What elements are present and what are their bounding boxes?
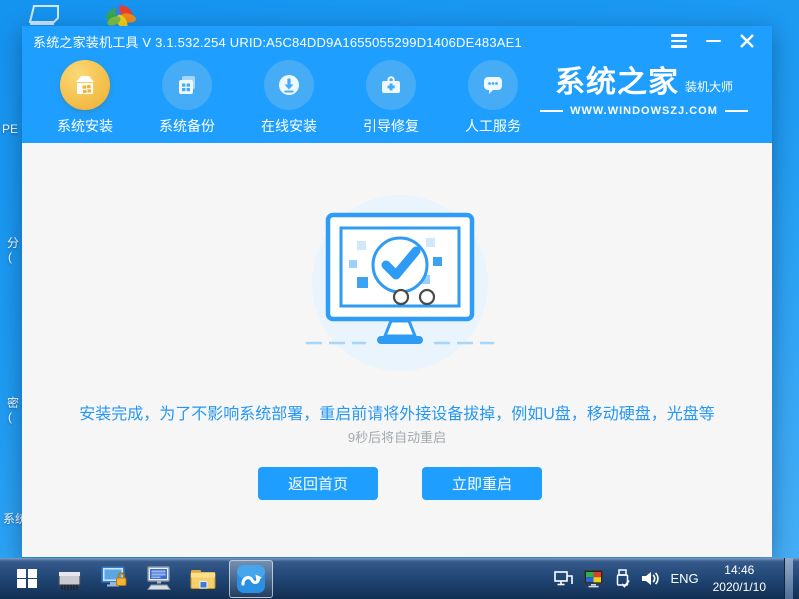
show-desktop-button[interactable] — [784, 558, 793, 599]
taskbar-item-locked-display-tool[interactable] — [93, 560, 137, 598]
taskbar: ENG 14:46 2020/1/10 — [0, 558, 799, 599]
taskbar-clock[interactable]: 14:46 2020/1/10 — [709, 562, 770, 594]
restart-now-button[interactable]: 立即重启 — [422, 467, 542, 500]
nav-label: 系统备份 — [159, 118, 215, 134]
windows-logo-icon — [17, 568, 37, 589]
content-area: 安装完成，为了不影响系统部署，重启前请将外接设备拔掉，例如U盘，移动硬盘，光盘等… — [22, 143, 772, 557]
backup-copy-icon — [162, 60, 212, 110]
nav-item-system-backup[interactable]: 系统备份 — [151, 60, 223, 136]
divider — [540, 110, 564, 112]
volume-icon[interactable] — [641, 570, 660, 587]
restart-countdown: 9秒后将自动重启 — [347, 430, 447, 445]
display-color-icon[interactable] — [584, 569, 604, 588]
completion-message: 安装完成，为了不影响系统部署，重启前请将外接设备拔掉，例如U盘，移动硬盘，光盘等 — [79, 406, 715, 423]
brand-logo: 系统之家 装机大师 WWW.WINDOWSZJ.COM — [540, 66, 748, 117]
nav-label: 系统安装 — [57, 118, 113, 134]
desktop-label-pe[interactable]: PE — [2, 122, 18, 136]
keyboard-monitor-icon — [147, 565, 171, 590]
close-icon[interactable] — [734, 31, 760, 51]
usb-eject-icon[interactable] — [614, 569, 631, 588]
desktop: PE 分 ( 密 ( 系统 系统之家装机工具 V 3.1.532.254 URI… — [0, 0, 799, 599]
install-box-icon — [60, 60, 110, 110]
taskbar-item-onscreen-keyboard[interactable] — [137, 560, 181, 598]
installer-app-icon — [237, 564, 265, 593]
start-button[interactable] — [5, 560, 49, 598]
memory-chip-icon — [58, 570, 81, 590]
title-bar[interactable]: 系统之家装机工具 V 3.1.532.254 URID:A5C84DD9A165… — [22, 26, 772, 56]
clock-time: 14:46 — [724, 563, 755, 578]
nav-item-boot-repair[interactable]: 引导修复 — [355, 60, 427, 136]
nav-bar: 系统安装 系统备份 在线安装 引导修复 人工服务 系统之家 装机大师 WWW.W… — [22, 56, 772, 143]
system-tray: ENG 14:46 2020/1/10 — [554, 558, 799, 599]
brand-subtitle: 装机大师 — [684, 80, 733, 94]
taskbar-item-memory-tool[interactable] — [49, 560, 93, 598]
menu-icon[interactable] — [666, 31, 692, 51]
installer-window: 系统之家装机工具 V 3.1.532.254 URID:A5C84DD9A165… — [22, 26, 772, 557]
brand-name: 系统之家 — [554, 66, 679, 99]
nav-item-support[interactable]: 人工服务 — [457, 60, 529, 136]
nav-item-system-install[interactable]: 系统安装 — [49, 60, 121, 136]
support-chat-icon — [468, 60, 518, 110]
desktop-label-fen-paren[interactable]: ( — [8, 250, 12, 264]
desktop-label-fen[interactable]: 分 — [7, 234, 19, 251]
desktop-label-mi[interactable]: 密 — [7, 394, 19, 411]
online-download-icon — [264, 60, 314, 110]
monitor-checkmark-icon — [306, 212, 494, 345]
boot-repair-toolbox-icon — [366, 60, 416, 110]
taskbar-item-installer-app-active[interactable] — [229, 559, 273, 598]
window-title: 系统之家装机工具 V 3.1.532.254 URID:A5C84DD9A165… — [33, 34, 522, 50]
return-home-button[interactable]: 返回首页 — [258, 467, 378, 500]
desktop-label-mi-paren[interactable]: ( — [8, 410, 12, 424]
nav-item-online-install[interactable]: 在线安装 — [253, 60, 325, 136]
folder-icon — [190, 569, 216, 589]
desktop-display-icon[interactable] — [28, 4, 60, 28]
nav-label: 在线安装 — [261, 118, 317, 134]
taskbar-item-file-explorer[interactable] — [181, 560, 225, 598]
network-icon[interactable] — [554, 570, 574, 587]
brand-website: WWW.WINDOWSZJ.COM — [570, 105, 718, 117]
nav-label: 人工服务 — [465, 118, 521, 134]
monitor-lock-icon — [101, 565, 127, 586]
minimize-icon[interactable] — [700, 31, 726, 51]
divider — [724, 110, 748, 112]
nav-label: 引导修复 — [363, 118, 419, 134]
clock-date: 2020/1/10 — [712, 579, 766, 594]
language-indicator[interactable]: ENG — [670, 571, 698, 586]
window-controls — [666, 31, 772, 51]
